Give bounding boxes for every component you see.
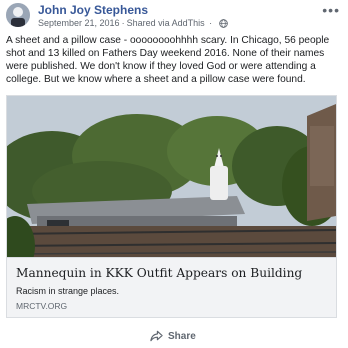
- link-title[interactable]: Mannequin in KKK Outfit Appears on Build…: [16, 266, 302, 280]
- share-button[interactable]: Share: [150, 330, 196, 346]
- post-meta: September 21, 2016 · Shared via AddThis ·: [38, 18, 228, 30]
- globe-icon: [218, 19, 228, 30]
- more-options-icon[interactable]: •••: [322, 2, 340, 18]
- post-date[interactable]: September 21, 2016: [38, 18, 120, 28]
- share-icon: [150, 330, 163, 342]
- author-name[interactable]: John Joy Stephens: [38, 3, 148, 17]
- link-domain: MRCTV.ORG: [16, 301, 68, 311]
- post-via: Shared via AddThis: [126, 18, 205, 28]
- share-label: Share: [168, 331, 196, 342]
- post-header: John Joy Stephens September 21, 2016 · Sha…: [6, 2, 342, 32]
- link-preview-card[interactable]: Mannequin in KKK Outfit Appears on Build…: [6, 95, 337, 318]
- post-text: A sheet and a pillow case - oooooooohhhh…: [6, 35, 330, 85]
- link-preview-image[interactable]: [7, 96, 336, 257]
- avatar[interactable]: [6, 3, 30, 27]
- link-info[interactable]: Mannequin in KKK Outfit Appears on Build…: [7, 257, 336, 317]
- link-description: Racism in strange places.: [16, 286, 120, 296]
